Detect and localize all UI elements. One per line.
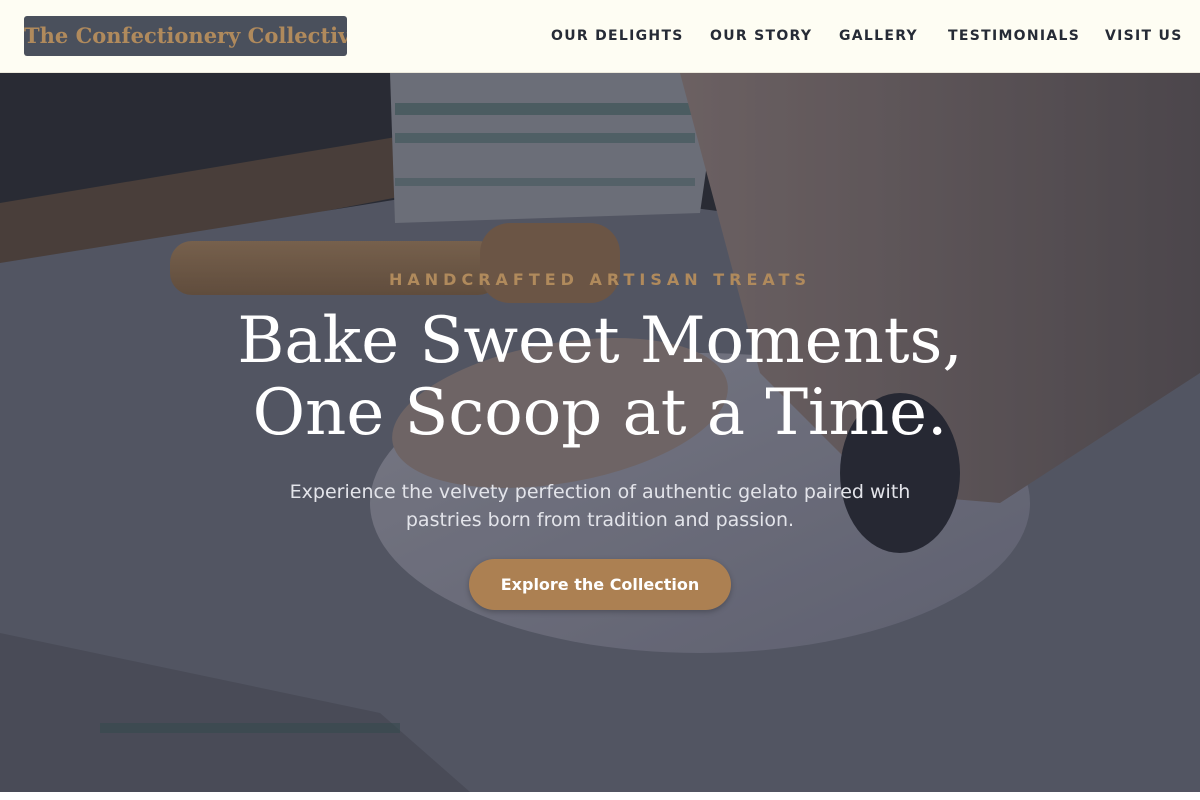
- explore-collection-button[interactable]: Explore the Collection: [469, 559, 731, 610]
- hero-headline: Bake Sweet Moments, One Scoop at a Time.: [0, 305, 1200, 449]
- page-bottom-edge: [0, 792, 1200, 800]
- nav-link-gallery[interactable]: GALLERY: [839, 26, 918, 46]
- hero-section: HANDCRAFTED ARTISAN TREATS Bake Sweet Mo…: [0, 73, 1200, 792]
- site-header: The Confectionery Collective OUR DELIGHT…: [0, 0, 1200, 73]
- nav-link-testimonials[interactable]: TESTIMONIALS: [948, 26, 1080, 46]
- nav-link-visit-us[interactable]: VISIT US: [1105, 26, 1183, 46]
- hero-subtitle: Experience the velvety perfection of aut…: [289, 481, 911, 531]
- hero-eyebrow: HANDCRAFTED ARTISAN TREATS: [389, 270, 811, 289]
- headline-line-1: Bake Sweet Moments,: [237, 304, 963, 378]
- nav-link-our-delights[interactable]: OUR DELIGHTS: [551, 26, 684, 46]
- nav-link-our-story[interactable]: OUR STORY: [710, 26, 812, 46]
- headline-line-2: One Scoop at a Time.: [252, 376, 948, 450]
- brand-logo[interactable]: The Confectionery Collective: [24, 16, 347, 56]
